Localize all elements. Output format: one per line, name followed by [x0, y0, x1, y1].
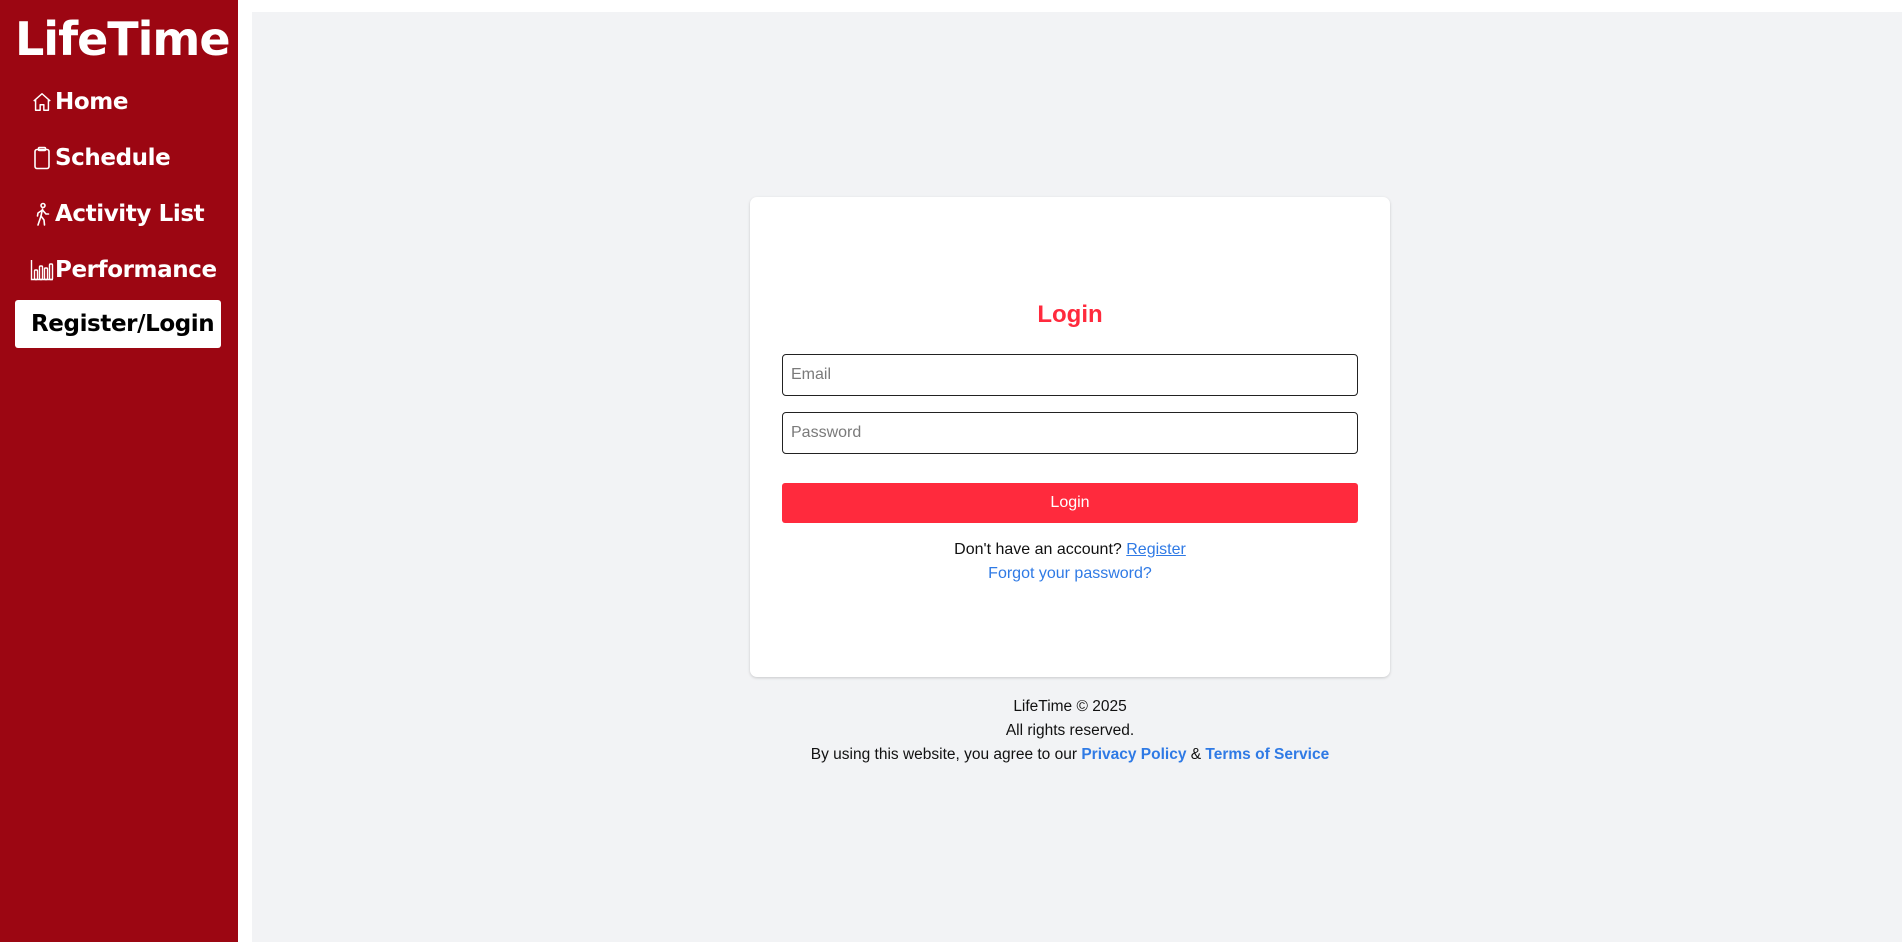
footer-agreement: By using this website, you agree to our …	[750, 743, 1390, 767]
clipboard-icon	[30, 145, 54, 171]
main-content: Login Login Don't have an account? Regis…	[252, 12, 1902, 942]
nav-item-performance[interactable]: Performance	[30, 252, 217, 288]
nav-item-schedule[interactable]: Schedule	[30, 140, 171, 176]
login-title: Login	[1037, 301, 1103, 328]
password-input[interactable]	[782, 412, 1358, 454]
nav-item-register-login[interactable]: Register/Login	[15, 300, 221, 348]
nav-item-register-login-label: Register/Login	[31, 311, 215, 337]
privacy-policy-link[interactable]: Privacy Policy	[1081, 746, 1186, 763]
page-footer: LifeTime © 2025 All rights reserved. By …	[750, 695, 1390, 767]
footer-copyright: LifeTime © 2025	[1013, 698, 1127, 715]
home-icon	[30, 89, 54, 115]
footer-rights: All rights reserved.	[1005, 722, 1135, 739]
app-root: LifeTime Home Schedule Activity List Per…	[0, 0, 1902, 942]
walking-person-icon	[30, 201, 54, 227]
register-prompt: Don't have an account? Register	[750, 539, 1390, 561]
nav-item-activity-list-label: Activity List	[55, 201, 205, 227]
register-link[interactable]: Register	[1126, 541, 1186, 558]
terms-of-service-link[interactable]: Terms of Service	[1205, 746, 1329, 763]
login-button[interactable]: Login	[782, 483, 1358, 523]
no-account-text: Don't have an account?	[954, 541, 1122, 558]
login-card: Login Login Don't have an account? Regis…	[750, 197, 1390, 677]
footer-ampersand: &	[1190, 746, 1202, 763]
nav-item-activity-list[interactable]: Activity List	[30, 196, 205, 232]
forgot-password-link[interactable]: Forgot your password?	[988, 565, 1152, 582]
brand-logo[interactable]: LifeTime	[15, 10, 231, 68]
forgot-password-row: Forgot your password?	[750, 563, 1390, 585]
nav-item-schedule-label: Schedule	[55, 145, 171, 171]
email-input[interactable]	[782, 354, 1358, 396]
nav-item-home[interactable]: Home	[30, 84, 128, 120]
sidebar: LifeTime Home Schedule Activity List Per…	[0, 0, 238, 942]
nav-item-performance-label: Performance	[55, 257, 217, 283]
bar-chart-icon	[30, 257, 54, 283]
footer-agree-text: By using this website, you agree to our	[810, 746, 1078, 763]
nav-item-home-label: Home	[55, 89, 129, 115]
